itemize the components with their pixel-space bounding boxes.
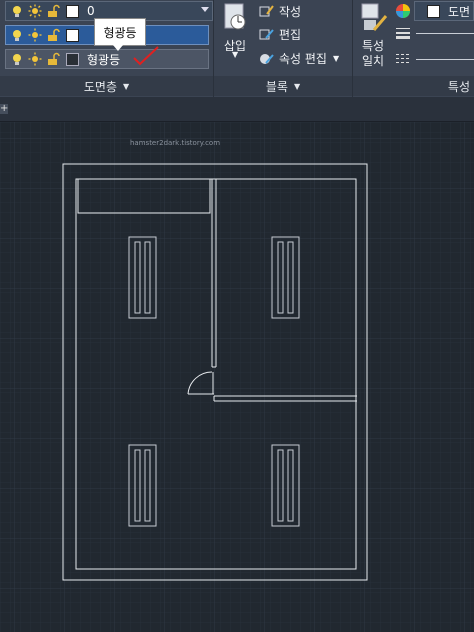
lineweight-icon[interactable] (396, 27, 410, 39)
insert-block-icon[interactable] (221, 2, 251, 34)
edit-attributes-button[interactable]: 속성 편집 ▼ (259, 50, 339, 67)
color-dropdown[interactable]: 도면 (414, 1, 474, 21)
block-panel-footer[interactable]: 블록 ▼ (214, 76, 352, 96)
current-layer-name: 0 (87, 4, 95, 18)
edit-attributes-icon (260, 53, 274, 64)
chevron-down-icon[interactable] (201, 7, 209, 12)
match-properties-icon[interactable] (360, 2, 390, 34)
create-block-icon (259, 4, 274, 16)
layer-color-swatch[interactable] (66, 28, 79, 42)
edit-block-icon (259, 28, 274, 39)
layer-name: 형광등 (87, 52, 121, 67)
layers-panel-title: 도면층 (83, 79, 117, 94)
create-block-label: 작성 (279, 5, 302, 19)
lightbulb-icon[interactable] (10, 52, 24, 66)
lineweight-dropdown[interactable] (416, 33, 474, 34)
layer-tooltip: 형광등 (94, 18, 146, 51)
color-label: 도면 (448, 4, 471, 19)
properties-panel-footer[interactable]: 특성 (353, 76, 474, 96)
properties-panel-title: 특성 (447, 79, 470, 94)
new-tab-button[interactable]: + (0, 104, 8, 114)
sun-icon[interactable] (28, 28, 42, 42)
lightbulb-icon[interactable] (10, 28, 24, 42)
chevron-down-icon[interactable]: ▼ (232, 50, 238, 59)
file-tab-strip (0, 97, 474, 122)
lightbulb-icon (13, 6, 21, 17)
checkmark-annotation (133, 46, 159, 66)
edit-block-label: 편집 (279, 28, 302, 42)
floor-plan-drawing (0, 122, 474, 632)
linetype-dropdown[interactable] (416, 59, 474, 60)
sun-icon (28, 4, 42, 18)
chevron-down-icon: ▼ (293, 81, 301, 91)
drawing-canvas[interactable] (0, 122, 474, 632)
block-panel-title: 블록 (265, 79, 288, 94)
sun-icon[interactable] (28, 52, 42, 66)
grid-major (0, 122, 474, 632)
layer-row[interactable]: 형광등 (5, 49, 209, 69)
chevron-down-icon[interactable]: ▼ (333, 54, 339, 63)
unlock-icon (48, 4, 60, 17)
chevron-down-icon: ▼ (122, 81, 130, 91)
create-block-button[interactable]: 작성 (259, 3, 301, 20)
edit-block-button[interactable]: 편집 (259, 26, 301, 43)
match-properties-label-2[interactable]: 일치 (362, 52, 384, 69)
linetype-icon[interactable] (396, 52, 410, 64)
layers-panel-footer[interactable]: 도면층 ▼ (0, 76, 213, 96)
color-wheel-icon[interactable] (395, 3, 411, 19)
color-swatch (427, 4, 440, 18)
edit-attributes-label: 속성 편집 (279, 52, 327, 66)
layer-color-swatch[interactable] (66, 52, 79, 66)
unlock-icon[interactable] (46, 52, 60, 66)
layer-color-swatch (66, 4, 79, 18)
watermark-text: hamster2dark.tistory.com (130, 139, 221, 147)
ribbon: 0 형광등 형광등 도면층▼ 삽입 ▼ 작성 편집 속성 편집 ▼ 블록▼ (0, 0, 474, 97)
unlock-icon[interactable] (46, 28, 60, 42)
